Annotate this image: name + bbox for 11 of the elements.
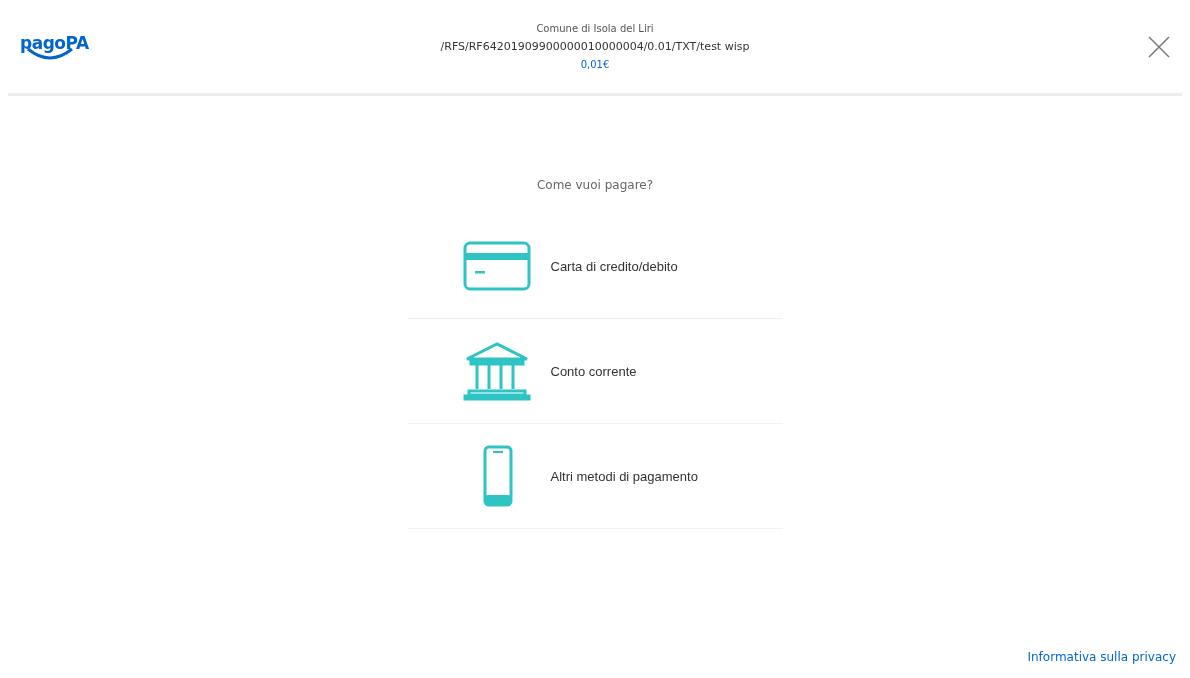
- payment-amount: 0,01€: [580, 59, 610, 70]
- prompt-text: Come vuoi pagare?: [536, 178, 654, 192]
- logo: pagoPA: [20, 32, 89, 61]
- payment-reference: /RFS/RF64201909900000010000004/0.01/TXT/test wisp: [440, 40, 750, 53]
- privacy-link[interactable]: Informativa sulla privacy: [1027, 650, 1176, 664]
- bank-icon: [462, 341, 531, 401]
- credit-card-icon: [462, 241, 531, 291]
- payment-method-option[interactable]: Altri metodi di pagamento: [407, 424, 783, 529]
- payment-method-option[interactable]: Conto corrente: [407, 319, 783, 424]
- payment-method-option[interactable]: Carta di credito/debito: [407, 214, 783, 319]
- creditor-name: Comune di Isola del Liri: [536, 23, 654, 34]
